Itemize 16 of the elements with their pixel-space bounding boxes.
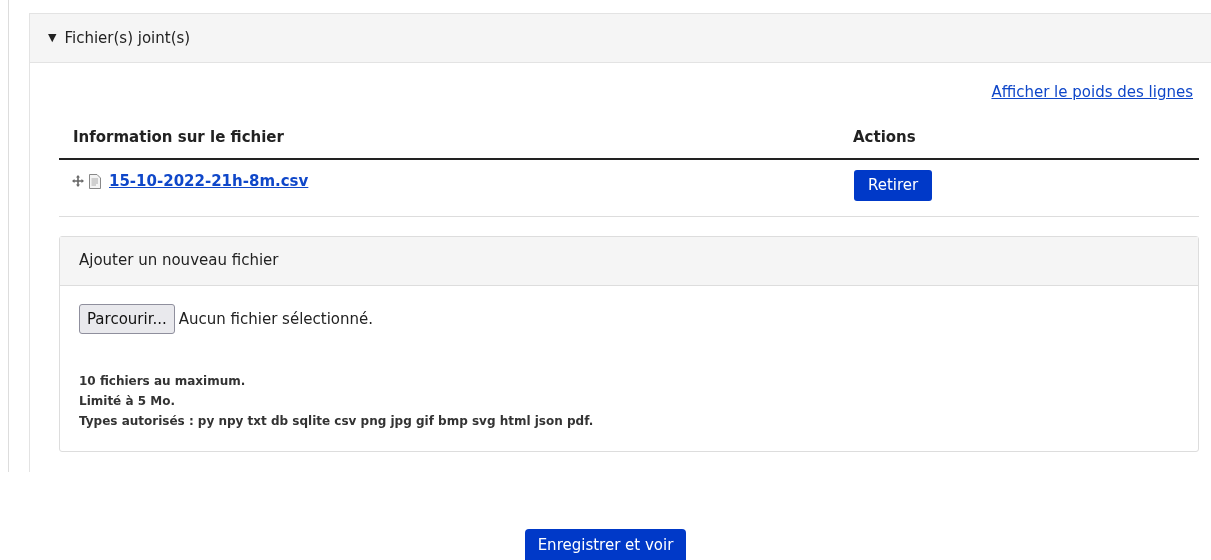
file-link[interactable]: 15-10-2022-21h-8m.csv xyxy=(109,170,309,193)
move-icon[interactable] xyxy=(71,174,85,189)
save-button[interactable]: Enregistrer et voir xyxy=(524,529,687,560)
section-title: Ajouter un nouveau fichier xyxy=(79,250,279,272)
remove-button[interactable]: Retirer xyxy=(854,170,933,201)
browse-button[interactable]: Parcourir... xyxy=(79,303,175,334)
limit-note: 10 fichiers au maximum. xyxy=(79,373,247,390)
show-weights-link[interactable]: Afficher le poids des lignes xyxy=(991,81,1193,104)
limit-note: Types autorisés : py npy txt db sqlite csv png jpg gif bmp svg html json pdf. xyxy=(79,413,595,430)
document-icon xyxy=(89,173,101,189)
column-header: Information sur le fichier xyxy=(59,115,839,159)
collapse-toggle[interactable]: ▼ xyxy=(48,29,57,47)
limit-note: Limité à 5 Mo. xyxy=(79,393,176,410)
column-header: Actions xyxy=(839,115,1199,159)
file-status: Aucun fichier sélectionné. xyxy=(178,308,374,330)
panel-title: Fichier(s) joint(s) xyxy=(64,27,191,49)
